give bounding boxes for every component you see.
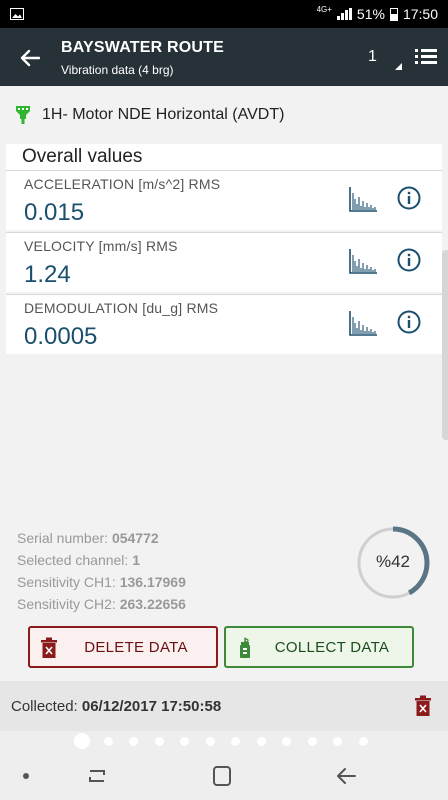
info-icon[interactable] xyxy=(396,309,422,335)
overall-values-title: Overall values xyxy=(6,144,442,170)
route-title: BAYSWATER ROUTE xyxy=(61,39,225,56)
progress-percent: %42 xyxy=(375,552,411,571)
demodulation-label: DEMODULATION [du_g] RMS xyxy=(24,300,219,316)
page-dot[interactable] xyxy=(103,737,113,746)
demodulation-value: 0.0005 xyxy=(24,323,98,350)
back-button[interactable] xyxy=(14,42,46,74)
collect-data-button[interactable]: COLLECT DATA xyxy=(224,626,414,668)
page-dot[interactable] xyxy=(358,737,368,746)
collected-label: Collected: xyxy=(11,698,78,715)
sensor-icon xyxy=(16,106,30,124)
serial-number-row: Serial number: 054772 xyxy=(17,530,159,546)
info-icon[interactable] xyxy=(396,247,422,273)
acceleration-card: ACCELERATION [m/s^2] RMS 0.015 xyxy=(6,170,442,230)
system-nav-bar xyxy=(0,751,448,800)
page-dot[interactable] xyxy=(282,737,291,746)
delete-data-button[interactable]: DELETE DATA xyxy=(28,626,218,668)
page-dot[interactable] xyxy=(129,737,138,746)
serial-number-value: 054772 xyxy=(111,530,159,546)
spectrum-chart-icon[interactable] xyxy=(348,309,378,337)
page-dot-active[interactable] xyxy=(74,733,90,749)
sensitivity-ch2-row: Sensitivity CH2: 263.22656 xyxy=(17,596,186,612)
battery-icon xyxy=(389,7,398,21)
page-dot[interactable] xyxy=(231,737,240,746)
app-bar: BAYSWATER ROUTE Vibration data (4 brg) 1 xyxy=(0,28,448,86)
battery-percent: 51% xyxy=(356,6,385,22)
acceleration-label: ACCELERATION [m/s^2] RMS xyxy=(24,176,221,192)
measurement-point-name: 1H- Motor NDE Horizontal (AVDT) xyxy=(42,106,285,123)
device-info: Serial number: 054772 Selected channel: … xyxy=(17,527,186,615)
measurement-point-row[interactable]: 1H- Motor NDE Horizontal (AVDT) xyxy=(0,86,448,144)
page-dot[interactable] xyxy=(154,737,164,746)
route-subtitle: Vibration data (4 brg) xyxy=(61,63,174,77)
page-dot[interactable] xyxy=(180,737,189,746)
page-indicator xyxy=(0,731,448,751)
dot-icon[interactable] xyxy=(12,763,40,789)
selected-channel-value: 1 xyxy=(132,552,140,568)
collect-data-label: COLLECT DATA xyxy=(274,638,390,656)
signal-icon xyxy=(336,8,352,20)
recent-apps-icon[interactable] xyxy=(83,763,111,789)
list-menu-icon xyxy=(415,49,437,64)
back-icon[interactable] xyxy=(333,763,361,789)
collected-info: Collected: 06/12/2017 17:50:58 xyxy=(11,698,221,715)
trash-icon[interactable] xyxy=(414,695,432,717)
status-bar: 4G+ 51% 17:50 xyxy=(0,0,448,28)
spectrum-chart-icon[interactable] xyxy=(348,247,378,275)
network-type: 4G+ xyxy=(316,5,332,14)
selected-channel-row: Selected channel: 1 xyxy=(17,552,140,568)
list-menu-button[interactable] xyxy=(414,46,440,70)
delete-data-label: DELETE DATA xyxy=(84,638,188,656)
demodulation-card: DEMODULATION [du_g] RMS 0.0005 xyxy=(6,294,442,354)
bearing-number: 1 xyxy=(368,48,377,65)
bearing-selector[interactable]: 1 xyxy=(362,46,402,72)
collected-timestamp: 06/12/2017 17:50:58 xyxy=(81,698,222,715)
sensitivity-ch2-value: 263.22656 xyxy=(119,596,186,612)
page-dot[interactable] xyxy=(307,737,317,746)
velocity-label: VELOCITY [mm/s] RMS xyxy=(24,238,178,254)
spectrum-chart-icon[interactable] xyxy=(348,185,378,213)
velocity-value: 1.24 xyxy=(24,261,71,288)
home-icon[interactable] xyxy=(208,763,236,789)
caret-icon xyxy=(395,63,402,70)
info-icon[interactable] xyxy=(396,185,422,211)
page-dot[interactable] xyxy=(256,737,266,746)
collected-bar: Collected: 06/12/2017 17:50:58 xyxy=(0,681,448,731)
overall-values-panel: Overall values ACCELERATION [m/s^2] RMS … xyxy=(6,144,442,354)
back-arrow-icon xyxy=(20,49,40,67)
image-icon xyxy=(10,8,24,20)
clock: 17:50 xyxy=(402,6,438,22)
page-dot[interactable] xyxy=(205,737,215,746)
scroll-indicator[interactable] xyxy=(442,250,448,440)
page-dot[interactable] xyxy=(333,737,342,746)
velocity-card: VELOCITY [mm/s] RMS 1.24 xyxy=(6,232,442,292)
acceleration-value: 0.015 xyxy=(24,199,85,226)
sensitivity-ch1-value: 136.17969 xyxy=(119,574,186,590)
sensitivity-ch1-row: Sensitivity CH1: 136.17969 xyxy=(17,574,186,590)
